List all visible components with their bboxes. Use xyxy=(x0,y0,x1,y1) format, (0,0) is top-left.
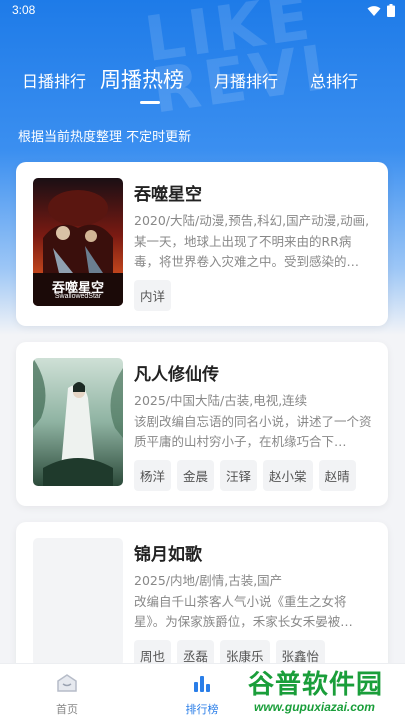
item-title: 吞噬星空 xyxy=(134,185,202,205)
tab-total[interactable]: 总排行 xyxy=(310,68,358,92)
status-time: 3:08 xyxy=(12,3,36,17)
watermark-url: www.gupuxiazai.com xyxy=(254,700,375,714)
item-meta: 2020/大陆/动漫,预告,科幻,国产动漫,动画, xyxy=(134,213,370,228)
item-description: 该剧改编自忘语的同名小说，讲述了一个资质平庸的山村穷小子，在机缘巧合下… xyxy=(134,414,372,449)
home-icon xyxy=(57,674,77,692)
item-title: 凡人修仙传 xyxy=(134,365,219,385)
item-description: 改编自千山茶客人气小说《重生之女将星》。为保家族爵位，禾家长女禾晏被… xyxy=(134,594,353,629)
cast-chips: 杨洋 金晨 汪铎 赵小棠 赵晴 xyxy=(134,460,356,491)
nav-item-home[interactable]: 首页 xyxy=(7,664,127,720)
cast-chip[interactable]: 赵晴 xyxy=(318,460,356,491)
site-watermark-logo: 谷普软件园 www.gupuxiazai.com xyxy=(248,660,405,720)
tab-weekly[interactable]: 周播热榜 xyxy=(100,64,184,94)
ranking-tabs: 日播排行 周播热榜 月播排行 总排行 xyxy=(0,58,405,108)
tab-indicator xyxy=(140,101,160,104)
poster-subtitle-text: SwallowedStar xyxy=(54,293,102,300)
status-bar: 3:08 xyxy=(0,0,405,22)
nav-label-home: 首页 xyxy=(56,703,78,716)
nav-label-ranking: 排行榜 xyxy=(185,703,219,716)
ranking-card-1[interactable]: 吞噬星空 SwallowedStar 吞噬星空 2020/大陆/动漫,预告,科幻… xyxy=(16,162,388,326)
item-meta: 2025/中国大陆/古装,电视,连续 xyxy=(134,393,308,408)
cast-chip[interactable]: 赵小棠 xyxy=(263,460,313,491)
poster-image: 吞噬星空 SwallowedStar xyxy=(33,178,123,306)
cast-chips: 内详 xyxy=(134,280,172,311)
cast-chip[interactable]: 内详 xyxy=(134,280,172,311)
poster-image xyxy=(33,358,123,486)
cast-chip[interactable]: 杨洋 xyxy=(134,460,172,491)
poster-placeholder xyxy=(33,538,123,666)
tab-monthly[interactable]: 月播排行 xyxy=(214,68,278,92)
nav-item-ranking[interactable]: 排行榜 xyxy=(142,664,262,720)
wifi-icon xyxy=(367,5,381,16)
battery-icon xyxy=(387,4,395,17)
page-subtitle: 根据当前热度整理 不定时更新 xyxy=(18,130,192,145)
item-title: 锦月如歌 xyxy=(134,545,202,565)
chart-icon xyxy=(194,676,210,692)
status-icons xyxy=(367,4,395,17)
item-description: 某一天，地球上出现了不明来由的RR病毒，将世界卷入灾难之中。受到感染的… xyxy=(134,234,360,269)
cast-chip[interactable]: 汪铎 xyxy=(220,460,258,491)
watermark-text: 谷普软件园 xyxy=(248,670,384,700)
tab-daily[interactable]: 日播排行 xyxy=(22,68,86,92)
cast-chip[interactable]: 金晨 xyxy=(177,460,215,491)
ranking-card-2[interactable]: 凡人修仙传 2025/中国大陆/古装,电视,连续 该剧改编自忘语的同名小说，讲述… xyxy=(16,342,388,506)
item-meta: 2025/内地/剧情,古装,国产 xyxy=(134,573,283,588)
